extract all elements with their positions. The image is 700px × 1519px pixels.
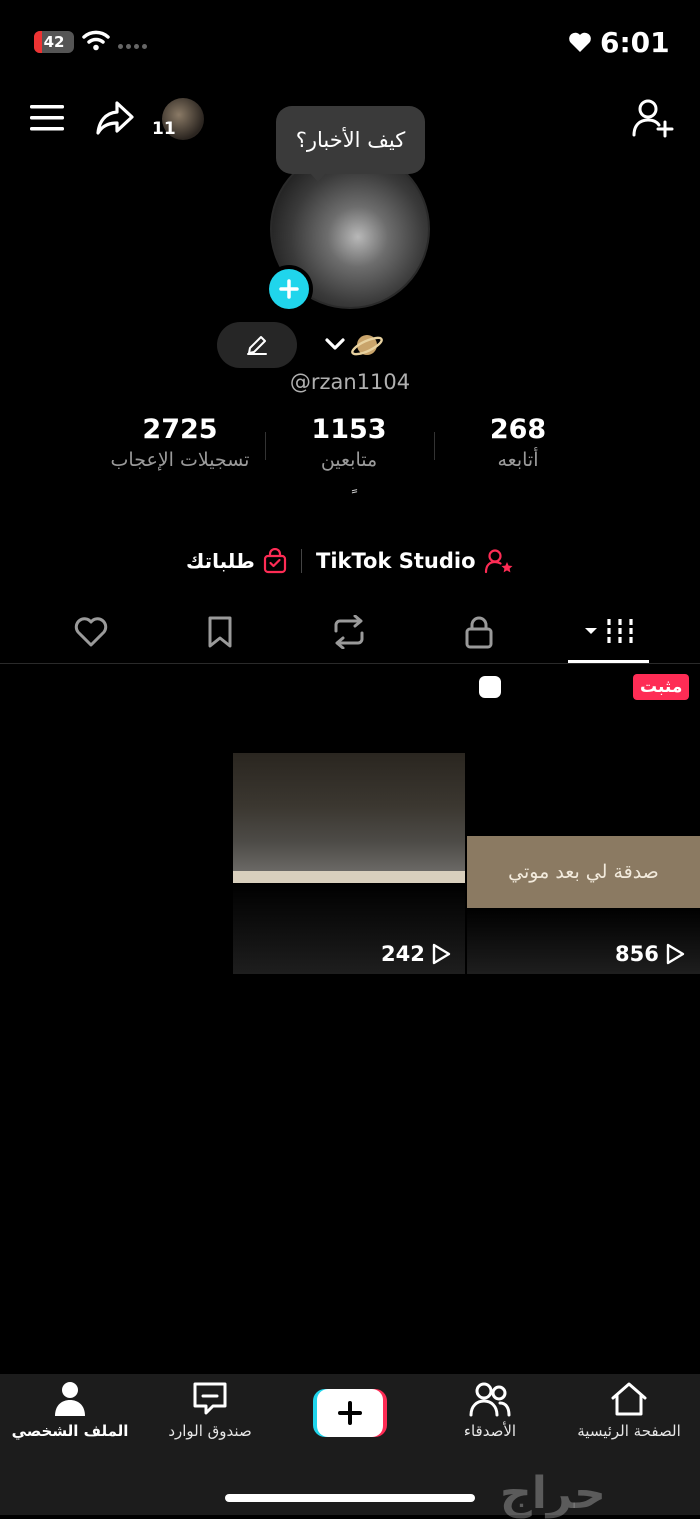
account-switch-chevron-icon[interactable]	[324, 336, 346, 352]
stat-likes[interactable]: 2725 تسجيلات الإعجاب	[90, 414, 270, 471]
views-count: 856	[615, 942, 659, 966]
repost-icon	[334, 615, 364, 649]
note-bubble-text: كيف الأخبار؟	[295, 128, 406, 152]
tab-liked[interactable]	[61, 608, 121, 656]
stat-followers[interactable]: 1153 متابعين	[279, 414, 419, 471]
creator-star-icon	[484, 549, 512, 574]
video-thumbnail	[233, 753, 465, 871]
stat-likes-value: 2725	[142, 414, 218, 445]
haraj-watermark: حراج	[500, 1468, 606, 1519]
plus-icon	[269, 269, 309, 309]
pencil-icon	[247, 336, 267, 355]
heart-icon	[74, 617, 108, 647]
links-divider	[301, 549, 302, 573]
edit-profile-button[interactable]	[217, 322, 297, 368]
nav-profile-label: الملف الشخصي	[11, 1422, 129, 1440]
tab-favorites[interactable]	[190, 608, 250, 656]
stat-following-value: 268	[489, 414, 547, 445]
heart-status-icon	[568, 31, 592, 53]
video-thumbnail-strip	[233, 871, 465, 883]
play-icon	[666, 943, 685, 965]
tab-videos[interactable]	[578, 608, 640, 656]
stat-followers-label: متابعين	[320, 449, 378, 471]
lock-icon	[465, 616, 493, 649]
visitor-count-badge: 11	[152, 119, 176, 139]
orders-link[interactable]: طلباتك	[186, 544, 287, 578]
status-time: 6:01	[600, 26, 670, 59]
bookmark-icon	[208, 616, 232, 648]
nav-inbox[interactable]: صندوق الوارد	[145, 1380, 275, 1440]
stat-divider	[434, 432, 435, 460]
tiktok-studio-link[interactable]: TikTok Studio	[316, 544, 514, 578]
add-avatar-button[interactable]	[265, 265, 313, 313]
video-thumbnail: صدقة لي بعد موتي	[467, 836, 700, 908]
note-bubble[interactable]: كيف الأخبار؟	[276, 106, 425, 182]
battery-level: 42	[43, 33, 65, 51]
create-button[interactable]	[313, 1389, 387, 1437]
stat-divider	[265, 432, 266, 460]
video-card[interactable]: صدقة لي بعد موتي مثبت 856	[467, 666, 700, 974]
home-icon	[611, 1382, 647, 1416]
home-indicator	[225, 1494, 475, 1502]
video-overlay-text: صدقة لي بعد موتي	[508, 861, 659, 883]
tiktok-studio-label: TikTok Studio	[316, 549, 476, 573]
add-friend-icon[interactable]	[632, 98, 674, 138]
bio: ً	[300, 488, 400, 509]
tab-private[interactable]	[449, 608, 509, 656]
pinned-badge: مثبت	[633, 674, 690, 700]
nav-inbox-label: صندوق الوارد	[168, 1422, 252, 1440]
screen-record-icon	[479, 676, 501, 698]
planet-emoji-icon	[350, 328, 384, 362]
views-counter: 856	[615, 942, 685, 966]
plus-icon	[338, 1401, 362, 1425]
orders-label: طلباتك	[186, 549, 255, 573]
stat-likes-label: تسجيلات الإعجاب	[110, 449, 250, 471]
shopping-bag-icon	[263, 548, 286, 574]
inbox-icon	[193, 1382, 227, 1415]
tab-reposts[interactable]	[319, 608, 379, 656]
nav-profile[interactable]: الملف الشخصي	[5, 1380, 135, 1440]
nav-friends-label: الأصدقاء	[463, 1422, 517, 1440]
stat-followers-value: 1153	[311, 414, 387, 445]
username: @rzan1104	[289, 370, 411, 394]
friends-icon	[469, 1382, 511, 1417]
nav-home[interactable]: الصفحة الرئيسية	[564, 1380, 694, 1440]
views-count: 242	[381, 942, 425, 966]
menu-icon[interactable]	[30, 104, 64, 132]
play-icon	[432, 943, 451, 965]
nav-home-label: الصفحة الرئيسية	[577, 1422, 681, 1440]
status-bar: 42 6:01	[0, 0, 700, 80]
video-card[interactable]: 242	[233, 753, 465, 974]
stat-following-label: أتابعه	[497, 449, 539, 471]
tabs-divider	[0, 663, 700, 664]
grid-dropdown-icon	[585, 619, 633, 645]
wifi-icon	[82, 29, 110, 51]
cellular-dots-icon	[118, 44, 150, 50]
nav-friends[interactable]: الأصدقاء	[425, 1380, 555, 1440]
battery-icon: 42	[34, 31, 74, 53]
share-icon[interactable]	[95, 100, 135, 136]
profile-icon	[55, 1382, 85, 1416]
stat-following[interactable]: 268 أتابعه	[458, 414, 578, 471]
views-counter: 242	[381, 942, 451, 966]
